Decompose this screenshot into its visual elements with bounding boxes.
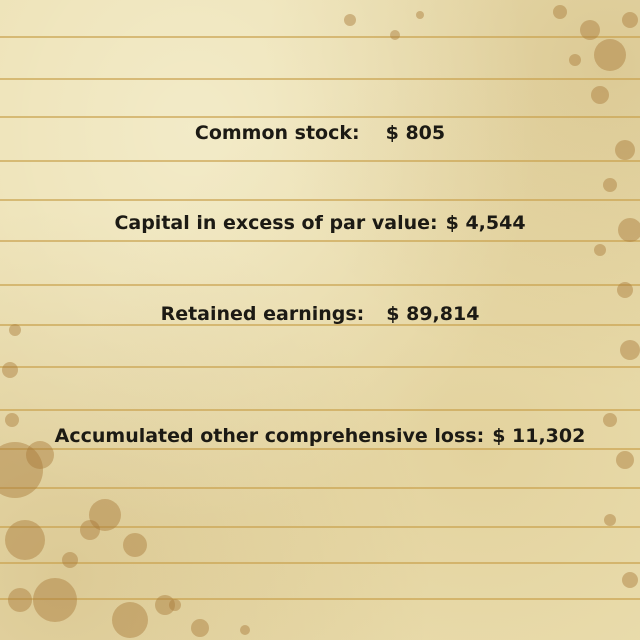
stain-spot — [594, 244, 606, 256]
stain-spot — [580, 20, 600, 40]
stain-spot — [5, 520, 45, 560]
stain-spot — [112, 602, 148, 638]
stain-spot — [616, 451, 634, 469]
common-stock-label: Common stock: — [194, 122, 360, 144]
stain-spot — [344, 14, 356, 26]
aocl-value: $ 11,302 — [492, 425, 586, 447]
retained-earnings-label: Retained earnings: — [160, 303, 365, 325]
stain-spot — [191, 619, 209, 637]
stain-spot — [617, 282, 633, 298]
common-stock-row: Common stock: $ 805 — [0, 121, 640, 145]
retained-earnings-value: $ 89,814 — [386, 303, 480, 325]
stain-spot — [8, 588, 32, 612]
stain-spot — [33, 578, 77, 622]
stain-spot — [622, 572, 638, 588]
stain-spot — [569, 54, 581, 66]
stain-spot — [603, 178, 617, 192]
stain-spot — [594, 39, 626, 71]
capital-excess-row: Capital in excess of par value: $ 4,544 — [0, 211, 640, 235]
stain-spot — [80, 520, 100, 540]
stain-spot — [240, 625, 250, 635]
stain-spot — [2, 362, 18, 378]
stain-spot — [620, 340, 640, 360]
stain-spot — [591, 86, 609, 104]
stain-spot — [62, 552, 78, 568]
aocl-row: Accumulated other comprehensive loss: $ 1… — [0, 424, 640, 448]
capital-excess-label: Capital in excess of par value: — [114, 212, 438, 234]
stain-spot — [390, 30, 400, 40]
retained-earnings-row: Retained earnings: $ 89,814 — [0, 302, 640, 326]
stain-spot — [123, 533, 147, 557]
paper-background: Common stock: $ 805 Capital in excess of … — [0, 0, 640, 640]
aocl-label: Accumulated other comprehensive loss: — [54, 425, 485, 447]
common-stock-value: $ 805 — [385, 122, 446, 144]
stain-spot — [169, 599, 181, 611]
capital-excess-value: $ 4,544 — [445, 212, 526, 234]
stain-spot — [416, 11, 424, 19]
stain-spot — [553, 5, 567, 19]
stain-spot — [622, 12, 638, 28]
stain-spot — [604, 514, 616, 526]
